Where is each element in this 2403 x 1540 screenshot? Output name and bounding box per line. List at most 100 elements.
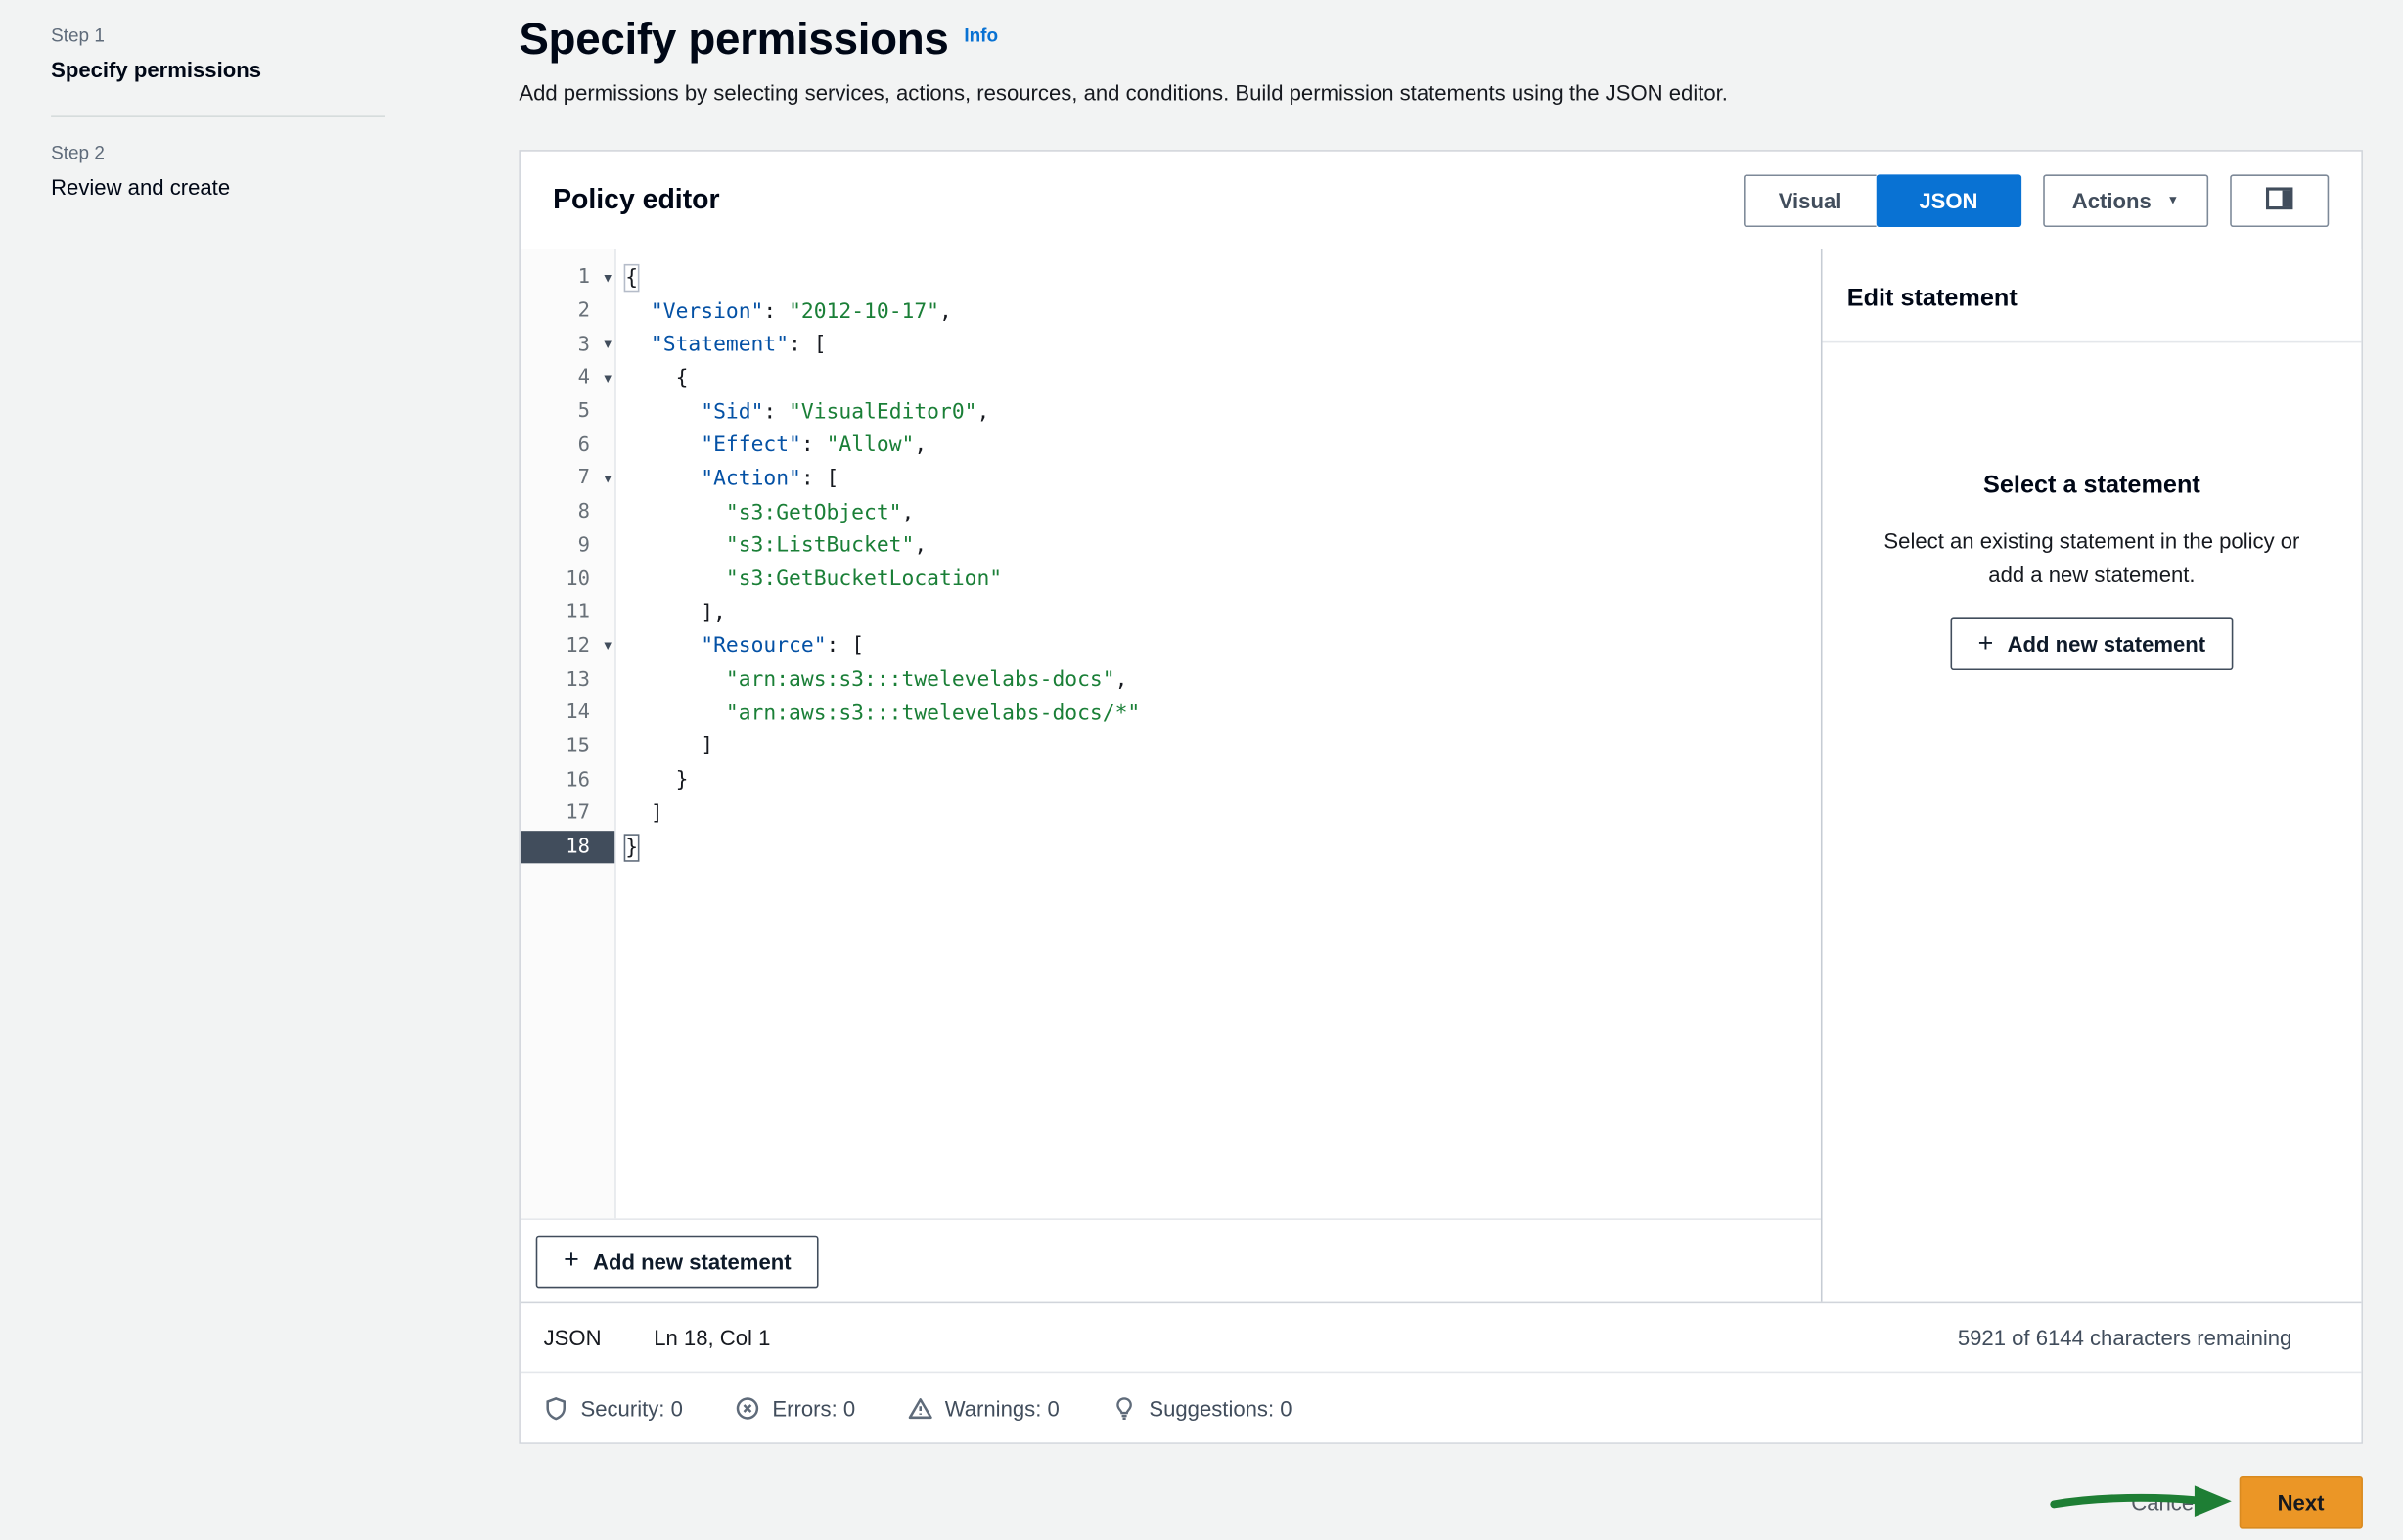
code-line[interactable]: 15 ] (521, 730, 1821, 763)
code-text[interactable]: "Version": "2012-10-17", (614, 298, 952, 323)
line-number: 7▼ (521, 462, 614, 495)
code-text[interactable]: "arn:aws:s3:::twelevelabs-docs", (614, 667, 1127, 692)
code-text[interactable]: "Effect": "Allow", (614, 432, 927, 457)
next-button[interactable]: Next (2239, 1476, 2363, 1529)
code-text[interactable]: "s3:GetObject", (614, 500, 914, 524)
panel-add-new-statement-button[interactable]: + Add new statement (1950, 617, 2233, 670)
edit-statement-panel: Edit statement Select a statement Select… (1821, 249, 2361, 1301)
editor-add-statement-row: + Add new statement (521, 1218, 1821, 1301)
code-line[interactable]: 3▼ "Statement": [ (521, 328, 1821, 361)
code-line[interactable]: 6 "Effect": "Allow", (521, 429, 1821, 462)
validation-suggestions[interactable]: Suggestions: 0 (1111, 1395, 1292, 1420)
fold-toggle-icon[interactable]: ▼ (604, 338, 612, 351)
code-line[interactable]: 13 "arn:aws:s3:::twelevelabs-docs", (521, 663, 1821, 697)
json-editor-pane: 1▼{2 "Version": "2012-10-17",3▼ "Stateme… (521, 249, 1821, 1301)
fullscreen-button[interactable] (2230, 174, 2329, 227)
step2-link-review-and-create[interactable]: Review and create (51, 174, 385, 199)
code-text[interactable]: } (614, 835, 638, 859)
code-line[interactable]: 7▼ "Action": [ (521, 462, 1821, 495)
code-line[interactable]: 4▼ { (521, 361, 1821, 394)
step1-label: Step 1 (51, 24, 385, 46)
validation-warnings[interactable]: Warnings: 0 (908, 1395, 1060, 1420)
code-line[interactable]: 10 "s3:GetBucketLocation" (521, 563, 1821, 596)
line-number: 14 (521, 697, 614, 730)
caret-down-icon: ▼ (2167, 193, 2180, 206)
code-line[interactable]: 17 ] (521, 796, 1821, 830)
code-line[interactable]: 9 "s3:ListBucket", (521, 529, 1821, 563)
code-line[interactable]: 2 "Version": "2012-10-17", (521, 294, 1821, 328)
code-line[interactable]: 8 "s3:GetObject", (521, 495, 1821, 528)
code-line[interactable]: 1▼{ (521, 261, 1821, 294)
fold-toggle-icon[interactable]: ▼ (604, 270, 612, 284)
code-lines[interactable]: 1▼{2 "Version": "2012-10-17",3▼ "Stateme… (521, 249, 1821, 1218)
editor-header-controls: Visual JSON Actions ▼ (1743, 174, 2329, 227)
wizard-step-1: Step 1 Specify permissions (51, 24, 385, 81)
code-text[interactable]: "s3:ListBucket", (614, 533, 927, 558)
code-line[interactable]: 12▼ "Resource": [ (521, 629, 1821, 662)
code-text[interactable]: ] (614, 801, 663, 826)
policy-editor-title: Policy editor (553, 184, 720, 216)
fullscreen-icon (2266, 186, 2293, 213)
code-text[interactable]: { (614, 265, 638, 290)
line-number: 11 (521, 596, 614, 629)
line-number: 13 (521, 663, 614, 697)
status-mode: JSON (544, 1325, 602, 1349)
line-number: 18 (521, 831, 614, 864)
code-line[interactable]: 14 "arn:aws:s3:::twelevelabs-docs/*" (521, 697, 1821, 730)
line-number: 16 (521, 763, 614, 796)
step2-label: Step 2 (51, 142, 385, 163)
code-text[interactable]: { (614, 366, 688, 390)
code-text[interactable]: ] (614, 734, 713, 758)
code-text[interactable]: ], (614, 601, 726, 625)
line-number: 17 (521, 796, 614, 830)
policy-editor-header: Policy editor Visual JSON Actions ▼ (521, 152, 2361, 249)
add-new-statement-button[interactable]: + Add new statement (536, 1235, 819, 1288)
editor-status-bar: JSON Ln 18, Col 1 5921 of 6144 character… (521, 1302, 2361, 1372)
code-line[interactable]: 18} (521, 831, 1821, 864)
page: Step 1 Specify permissions Step 2 Review… (0, 0, 2403, 1540)
code-text[interactable]: "s3:GetBucketLocation" (614, 566, 1002, 591)
code-line[interactable]: 5 "Sid": "VisualEditor0", (521, 395, 1821, 429)
warnings-icon (908, 1395, 932, 1420)
code-text[interactable]: "Statement": [ (614, 333, 826, 357)
editor-body: 1▼{2 "Version": "2012-10-17",3▼ "Stateme… (521, 249, 2361, 1301)
visual-toggle-button[interactable]: Visual (1743, 174, 1876, 227)
step1-link-specify-permissions[interactable]: Specify permissions (51, 57, 385, 81)
select-statement-title: Select a statement (1856, 473, 2327, 500)
code-line[interactable]: 11 ], (521, 596, 1821, 629)
status-cursor-position: Ln 18, Col 1 (654, 1325, 770, 1349)
plus-icon: + (564, 1246, 579, 1273)
actions-dropdown-button[interactable]: Actions ▼ (2043, 174, 2208, 227)
validation-security[interactable]: Security: 0 (544, 1395, 683, 1420)
fold-toggle-icon[interactable]: ▼ (604, 371, 612, 385)
editor-mode-toggle: Visual JSON (1743, 174, 2020, 227)
wizard-steps-nav: Step 1 Specify permissions Step 2 Review… (51, 13, 385, 200)
fold-toggle-icon[interactable]: ▼ (604, 639, 612, 653)
validation-errors[interactable]: Errors: 0 (736, 1395, 856, 1420)
line-number: 15 (521, 730, 614, 763)
line-number: 4▼ (521, 361, 614, 394)
line-number: 1▼ (521, 261, 614, 294)
page-header: Specify permissionsInfo Add permissions … (519, 16, 2363, 106)
code-line[interactable]: 16 } (521, 763, 1821, 796)
cancel-button[interactable]: Cancel (2131, 1490, 2199, 1515)
line-number: 3▼ (521, 328, 614, 361)
code-text[interactable]: "Sid": "VisualEditor0", (614, 399, 989, 424)
page-title: Specify permissions (519, 16, 948, 66)
edit-statement-title: Edit statement (1823, 249, 2362, 342)
wizard-step-2: Step 2 Review and create (51, 142, 385, 199)
line-number: 12▼ (521, 629, 614, 662)
line-number: 6 (521, 429, 614, 462)
info-link[interactable]: Info (964, 24, 998, 46)
suggestions-icon (1111, 1395, 1136, 1420)
code-text[interactable]: "Resource": [ (614, 634, 864, 658)
json-toggle-button[interactable]: JSON (1876, 174, 2021, 227)
fold-toggle-icon[interactable]: ▼ (604, 472, 612, 485)
code-text[interactable]: } (614, 768, 688, 793)
statement-empty-state: Select a statement Select an existing st… (1823, 342, 2362, 670)
validation-bar: Security: 0 Errors: 0 Warnings: 0 Sugges… (521, 1372, 2361, 1443)
code-text[interactable]: "arn:aws:s3:::twelevelabs-docs/*" (614, 701, 1140, 725)
actions-label: Actions (2072, 188, 2152, 212)
errors-icon (736, 1395, 760, 1420)
code-text[interactable]: "Action": [ (614, 467, 839, 491)
